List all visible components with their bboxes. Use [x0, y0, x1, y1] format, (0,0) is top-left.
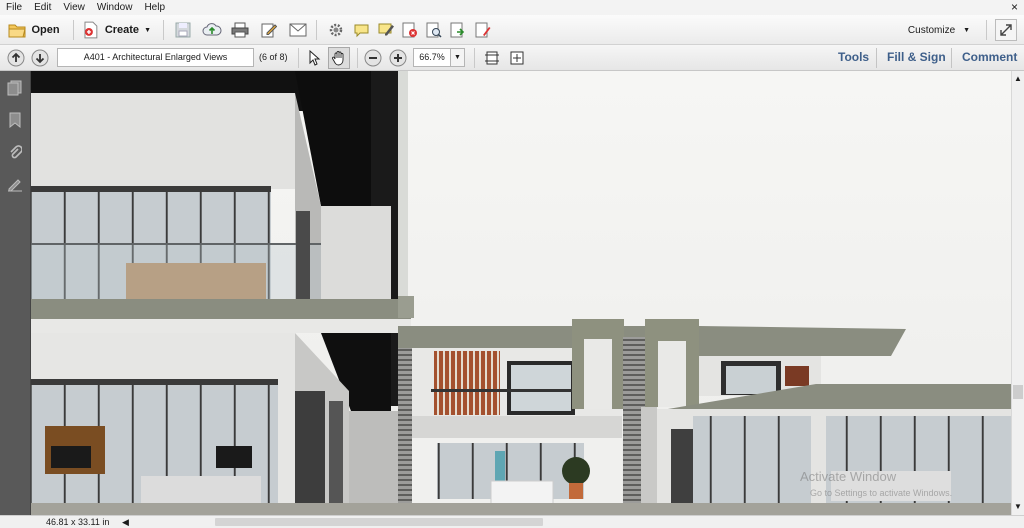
- cursor-arrow-icon: [309, 50, 321, 66]
- toolbar-separator: [163, 20, 164, 40]
- edit-button[interactable]: [260, 21, 278, 39]
- email-button[interactable]: [288, 21, 308, 39]
- vertical-scrollbar[interactable]: ▲ ▼: [1011, 71, 1024, 515]
- open-button[interactable]: Open: [6, 20, 62, 40]
- architectural-render-image: [31, 71, 1011, 515]
- open-label: Open: [31, 24, 60, 36]
- menu-window[interactable]: Window: [91, 0, 139, 15]
- close-document-icon[interactable]: ×: [1011, 0, 1018, 15]
- highlight-button[interactable]: [377, 21, 395, 39]
- gear-icon: [329, 23, 343, 37]
- attachments-button[interactable]: [6, 143, 24, 161]
- pages-icon: [7, 80, 22, 96]
- zoom-dropdown-button[interactable]: ▼: [451, 48, 465, 67]
- previous-page-button[interactable]: [6, 48, 26, 68]
- chevron-down-icon: ▼: [963, 26, 971, 34]
- toolbar-separator: [357, 48, 358, 68]
- toolbar-separator: [73, 20, 74, 40]
- settings-button[interactable]: [327, 21, 345, 39]
- customize-button[interactable]: Customize ▼: [903, 21, 975, 39]
- print-button[interactable]: [231, 21, 249, 39]
- hand-icon: [332, 51, 344, 66]
- create-button[interactable]: Create ▼: [83, 20, 151, 40]
- customize-label: Customize: [907, 24, 956, 36]
- toolbar-separator: [986, 20, 987, 40]
- link-separator: [876, 48, 877, 68]
- paperclip-icon: [10, 145, 22, 159]
- create-label: Create: [104, 24, 140, 36]
- navigation-pane: [0, 71, 31, 515]
- bookmark-icon: [9, 112, 21, 128]
- tools-link[interactable]: Tools: [838, 49, 869, 65]
- menu-help[interactable]: Help: [138, 0, 171, 15]
- zoom-in-button[interactable]: [388, 48, 408, 68]
- navigation-toolbar: A401 - Architectural Enlarged Views (6 o…: [0, 45, 1024, 71]
- minus-circle-icon: [364, 49, 382, 67]
- toolbar-separator: [298, 48, 299, 68]
- fill-sign-link[interactable]: Fill & Sign: [887, 49, 946, 65]
- chevron-down-icon: ▼: [144, 26, 151, 34]
- comment-bubble-button[interactable]: [352, 21, 370, 39]
- page-size-readout: 46.81 x 33.11 in: [46, 517, 110, 527]
- save-icon: [175, 22, 191, 38]
- document-x-icon: [402, 22, 417, 38]
- document-sign-icon: [475, 22, 491, 38]
- signature-pen-icon: [8, 179, 22, 192]
- speech-bubble-icon: [354, 24, 368, 37]
- arrow-up-circle-icon: [7, 49, 25, 67]
- toolbar-separator: [474, 48, 475, 68]
- create-pdf-icon: [84, 21, 98, 39]
- horizontal-scroll-thumb[interactable]: [215, 518, 543, 526]
- envelope-icon: [289, 23, 307, 37]
- toolbar-separator: [316, 20, 317, 40]
- fit-width-icon: [510, 51, 524, 65]
- document-export-icon: [450, 22, 465, 38]
- document-view[interactable]: [31, 71, 1011, 515]
- document-search-icon: [426, 22, 442, 38]
- arrow-down-circle-icon: [31, 49, 49, 67]
- zoom-input[interactable]: 66.7%: [413, 48, 451, 67]
- page-title-field[interactable]: A401 - Architectural Enlarged Views: [57, 48, 254, 67]
- printer-icon: [231, 22, 249, 38]
- activation-watermark-subtext: Go to Settings to activate Windows.: [810, 488, 953, 498]
- menu-edit[interactable]: Edit: [28, 0, 57, 15]
- status-bar: 46.81 x 33.11 in ◀: [0, 515, 1024, 527]
- expand-icon: [1000, 24, 1012, 36]
- chevron-down-icon: ▼: [454, 54, 461, 61]
- page-thumbnails-button[interactable]: [6, 79, 24, 97]
- search-document-button[interactable]: [425, 21, 443, 39]
- menu-bar: File Edit View Window Help ×: [0, 0, 1024, 15]
- fit-page-icon: [485, 51, 499, 65]
- folder-icon: [8, 24, 27, 38]
- full-screen-mode-button[interactable]: [507, 48, 527, 68]
- link-separator: [951, 48, 952, 68]
- next-page-button[interactable]: [30, 48, 50, 68]
- vertical-scroll-thumb[interactable]: [1013, 385, 1023, 399]
- fit-page-button[interactable]: [482, 48, 502, 68]
- combine-files-button[interactable]: [401, 21, 419, 39]
- fullscreen-button[interactable]: [995, 19, 1017, 41]
- activation-watermark: Activate Window: [800, 469, 897, 484]
- bookmarks-button[interactable]: [6, 111, 24, 129]
- signatures-button[interactable]: [6, 175, 24, 193]
- main-toolbar: Open Create ▼ Customize ▼: [0, 15, 1024, 45]
- scroll-up-icon[interactable]: ▲: [1014, 75, 1022, 83]
- menu-file[interactable]: File: [0, 0, 28, 15]
- save-button[interactable]: [174, 21, 192, 39]
- scroll-left-icon[interactable]: ◀: [122, 516, 129, 528]
- cloud-upload-icon: [202, 23, 222, 36]
- upload-cloud-button[interactable]: [202, 21, 222, 39]
- pencil-page-icon: [261, 23, 277, 38]
- hand-tool-button[interactable]: [328, 47, 350, 69]
- scroll-down-icon[interactable]: ▼: [1014, 503, 1022, 511]
- zoom-out-button[interactable]: [363, 48, 383, 68]
- select-tool-button[interactable]: [305, 48, 325, 68]
- plus-circle-icon: [389, 49, 407, 67]
- menu-view[interactable]: View: [57, 0, 91, 15]
- comment-link[interactable]: Comment: [962, 49, 1017, 65]
- export-button[interactable]: [449, 21, 467, 39]
- page-indicator: (6 of 8): [259, 52, 288, 62]
- highlighter-icon: [378, 23, 394, 36]
- sign-button[interactable]: [474, 21, 492, 39]
